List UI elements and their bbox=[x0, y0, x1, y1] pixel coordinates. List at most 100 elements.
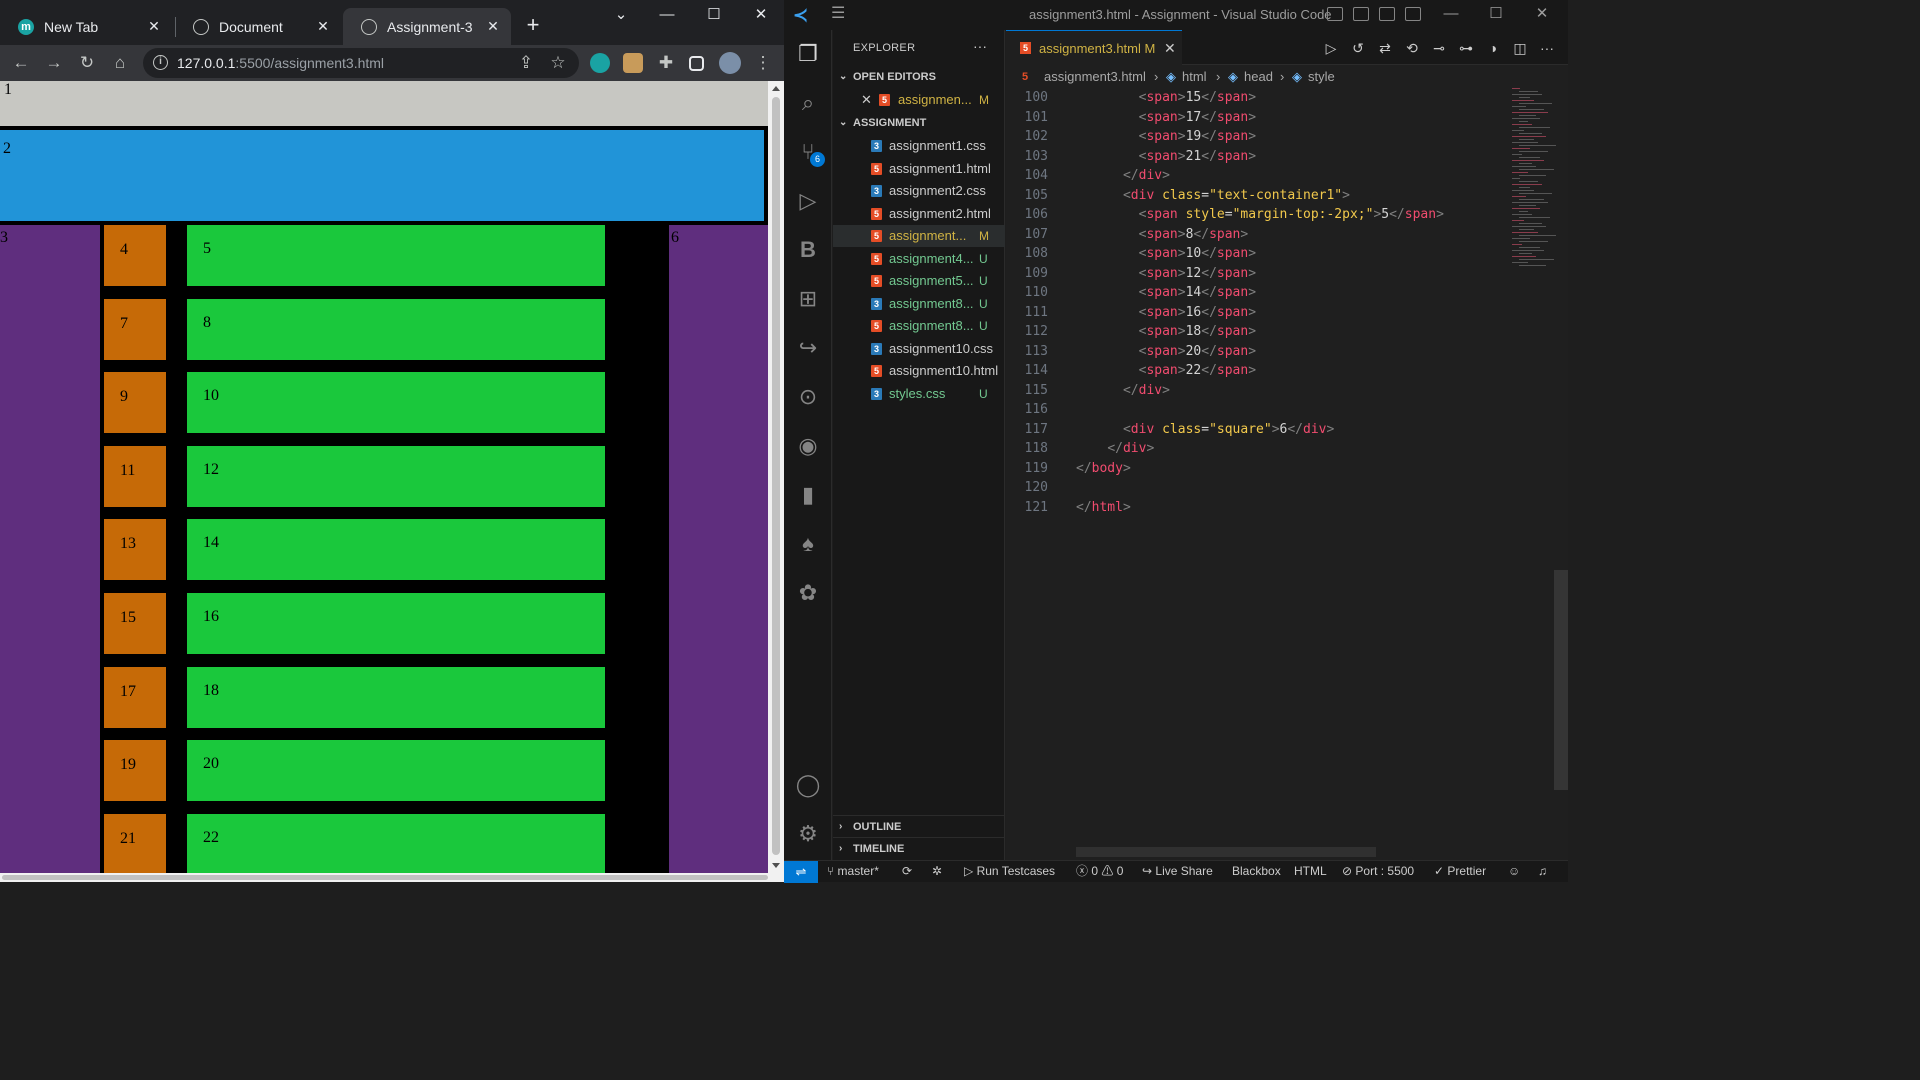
live-share-button[interactable]: ↪ Live Share bbox=[1142, 861, 1213, 882]
maximize-button[interactable]: ☐ bbox=[694, 5, 734, 25]
git-graph-icon[interactable]: ⊙ bbox=[794, 383, 822, 411]
scroll-down-arrow-icon[interactable] bbox=[772, 863, 780, 868]
file-item[interactable]: 5 assignment8... U bbox=[833, 315, 1005, 337]
mongodb-leaf-icon[interactable]: ♠ bbox=[794, 530, 822, 558]
branch-indicator[interactable]: ⑂ master* bbox=[827, 861, 879, 882]
file-item[interactable]: 5 assignment4... U bbox=[833, 248, 1005, 270]
file-item[interactable]: 3 assignment10.css bbox=[833, 338, 1005, 360]
github-icon[interactable]: ◉ bbox=[794, 432, 822, 460]
close-window-button[interactable]: ✕ bbox=[1527, 4, 1557, 24]
blackbox-b-icon[interactable]: B bbox=[794, 236, 822, 264]
breadcrumb-file[interactable]: assignment3.html bbox=[1044, 66, 1146, 88]
forward-arrow-icon[interactable]: → bbox=[43, 52, 65, 74]
breadcrumb-head[interactable]: head bbox=[1244, 66, 1273, 88]
back-arrow-icon[interactable]: ← bbox=[10, 52, 32, 74]
extension-m-icon[interactable] bbox=[590, 53, 610, 73]
file-item[interactable]: 3 assignment2.css bbox=[833, 180, 1005, 202]
profile-avatar[interactable] bbox=[719, 52, 741, 74]
compare-changes-icon[interactable]: ⇄ bbox=[1376, 39, 1394, 57]
run-testcases-button[interactable]: ▷ Run Testcases bbox=[964, 861, 1055, 882]
tab-document[interactable]: Document ✕ bbox=[175, 8, 341, 45]
toggle-panel-icon[interactable] bbox=[1353, 7, 1369, 21]
feedback-icon[interactable]: ☺ bbox=[1508, 861, 1520, 882]
menu-kebab-icon[interactable]: ⋮ bbox=[752, 52, 774, 74]
more-actions-icon[interactable]: ··· bbox=[973, 38, 987, 54]
puzzle-extensions-icon[interactable]: ✚ bbox=[655, 52, 677, 74]
split-editor-icon[interactable]: ◫ bbox=[1511, 39, 1529, 57]
scroll-up-arrow-icon[interactable] bbox=[772, 86, 780, 91]
extensions-icon[interactable]: ⊞ bbox=[794, 285, 822, 313]
close-tab-icon[interactable]: ✕ bbox=[146, 18, 162, 34]
settings-gear-icon[interactable]: ⚙ bbox=[794, 820, 822, 848]
page-horizontal-scrollbar[interactable] bbox=[0, 873, 784, 882]
file-item[interactable]: 5 assignment... M bbox=[833, 225, 1005, 247]
debug-icon[interactable]: ✲ bbox=[932, 861, 942, 882]
chatgpt-icon[interactable]: ✿ bbox=[794, 579, 822, 607]
toggle-secondary-sidebar-icon[interactable] bbox=[1379, 7, 1395, 21]
tab-assignment-3[interactable]: Assignment-3 ✕ bbox=[343, 8, 511, 45]
open-editor-item[interactable]: ✕ 5 assignmen... M bbox=[833, 89, 1005, 111]
address-bar[interactable]: i 127.0.0.1:5500/assignment3.html ⇪ ☆ bbox=[143, 48, 579, 78]
maximize-button[interactable]: ☐ bbox=[1481, 4, 1511, 24]
file-item[interactable]: 5 assignment2.html bbox=[833, 203, 1005, 225]
next-change-icon[interactable]: ⊶ bbox=[1457, 39, 1475, 57]
home-icon[interactable]: ⌂ bbox=[109, 52, 131, 74]
toggle-primary-sidebar-icon[interactable] bbox=[1327, 7, 1343, 21]
file-item[interactable]: 3 styles.css U bbox=[833, 383, 1005, 405]
live-share-icon[interactable]: ↪ bbox=[794, 334, 822, 362]
breadcrumb-html[interactable]: html bbox=[1182, 66, 1207, 88]
file-item[interactable]: 3 assignment8... U bbox=[833, 293, 1005, 315]
tab-search-icon[interactable]: ⌄ bbox=[601, 5, 641, 25]
previous-change-icon[interactable]: ⟲ bbox=[1403, 39, 1421, 57]
bar-chart-icon[interactable]: ▮ bbox=[794, 481, 822, 509]
sync-icon[interactable]: ⟳ bbox=[902, 861, 912, 882]
remote-indicator-icon[interactable]: ⇌ bbox=[784, 861, 818, 883]
timeline-header[interactable]: › TIMELINE bbox=[833, 837, 1005, 859]
hamburger-menu-icon[interactable]: ☰ bbox=[831, 6, 845, 22]
side-panel-icon[interactable] bbox=[689, 56, 704, 71]
reload-icon[interactable]: ↻ bbox=[76, 52, 98, 74]
prettier-button[interactable]: ✓ Prettier bbox=[1434, 861, 1486, 882]
folder-header[interactable]: ⌄ ASSIGNMENT bbox=[833, 112, 1005, 134]
new-tab-button[interactable]: + bbox=[522, 14, 544, 36]
timeline-icon[interactable]: ◑ bbox=[1484, 39, 1502, 57]
customize-layout-icon[interactable] bbox=[1405, 7, 1421, 21]
explorer-files-icon[interactable]: ❐ bbox=[794, 40, 822, 68]
url-text[interactable]: 127.0.0.1:5500/assignment3.html bbox=[177, 55, 384, 71]
history-icon[interactable]: ↺ bbox=[1349, 39, 1367, 57]
close-editor-icon[interactable]: ✕ bbox=[861, 89, 872, 111]
file-item[interactable]: 5 assignment5... U bbox=[833, 270, 1005, 292]
outline-header[interactable]: › OUTLINE bbox=[833, 815, 1005, 837]
site-info-icon[interactable]: i bbox=[153, 55, 168, 70]
search-icon[interactable]: ⌕ bbox=[794, 89, 822, 117]
minimize-button[interactable]: — bbox=[1436, 4, 1466, 24]
editor-scrollbar[interactable] bbox=[1554, 570, 1568, 790]
bookmark-star-icon[interactable]: ☆ bbox=[547, 52, 569, 74]
scroll-thumb[interactable] bbox=[772, 97, 780, 855]
scroll-thumb[interactable] bbox=[2, 875, 768, 880]
tab-new-tab[interactable]: m New Tab ✕ bbox=[0, 8, 172, 45]
accounts-icon[interactable]: ◯ bbox=[794, 771, 822, 799]
minimap[interactable] bbox=[1506, 88, 1556, 288]
editor-horizontal-scrollbar[interactable] bbox=[1076, 847, 1376, 857]
page-vertical-scrollbar[interactable] bbox=[768, 81, 784, 875]
file-item[interactable]: 5 assignment10.html bbox=[833, 360, 1005, 382]
close-window-button[interactable]: ✕ bbox=[741, 5, 781, 25]
file-item[interactable]: 5 assignment1.html bbox=[833, 158, 1005, 180]
run-play-icon[interactable]: ▷ bbox=[1322, 39, 1340, 57]
blackbox-button[interactable]: Blackbox bbox=[1232, 861, 1281, 882]
close-tab-icon[interactable]: ✕ bbox=[485, 18, 501, 34]
close-tab-icon[interactable]: ✕ bbox=[1164, 40, 1176, 57]
close-tab-icon[interactable]: ✕ bbox=[315, 18, 331, 34]
extension-bag-icon[interactable] bbox=[623, 53, 643, 73]
problems-indicator[interactable]: ⓧ 0 ⚠ 0 bbox=[1076, 861, 1123, 882]
run-debug-icon[interactable]: ▷ bbox=[794, 187, 822, 215]
file-item[interactable]: 3 assignment1.css bbox=[833, 135, 1005, 157]
code-area[interactable]: 100 <span>15</span> 101 <span>17</span> 10… bbox=[1006, 88, 1568, 838]
git-commit-icon[interactable]: ⊸ bbox=[1430, 39, 1448, 57]
minimize-button[interactable]: — bbox=[647, 5, 687, 25]
notifications-bell-icon[interactable]: ♫ bbox=[1538, 861, 1547, 882]
more-actions-icon[interactable]: ··· bbox=[1538, 39, 1556, 57]
breadcrumb-style[interactable]: style bbox=[1308, 66, 1335, 88]
live-server-port[interactable]: ⊘ Port : 5500 bbox=[1342, 861, 1414, 882]
